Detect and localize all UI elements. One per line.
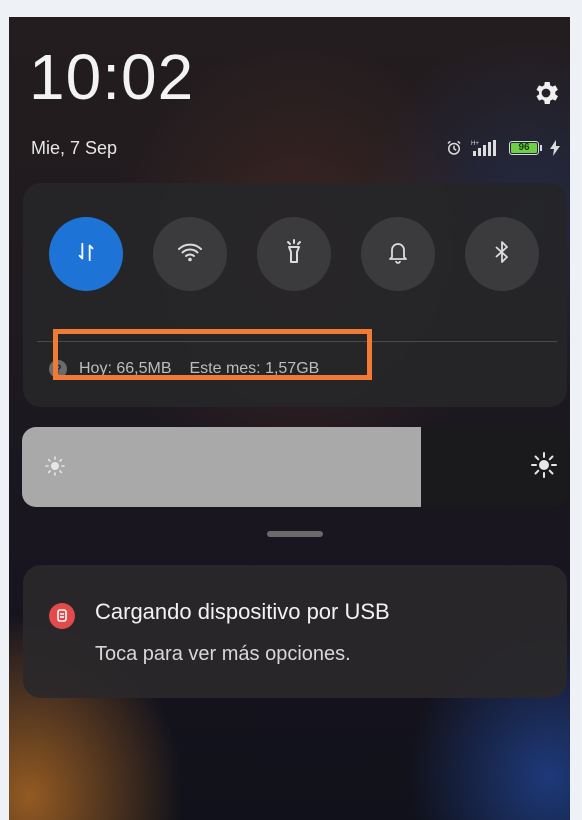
date-label: Mie, 7 Sep	[31, 138, 118, 158]
notification-subtitle: Toca para ver más opciones.	[95, 643, 351, 665]
wifi-icon	[177, 241, 203, 268]
brightness-level	[22, 427, 421, 507]
data-arrows-icon	[75, 241, 97, 268]
bell-icon	[387, 240, 409, 269]
usb-charging-notification[interactable]: Cargando dispositivo por USB Toca para v…	[23, 565, 567, 698]
svg-text:H+: H+	[471, 141, 479, 147]
bluetooth-tile[interactable]	[465, 217, 539, 291]
notification-title: Cargando dispositivo por USB	[95, 599, 390, 624]
wifi-tile[interactable]	[153, 217, 227, 291]
status-bar-icons: H+ 96	[445, 137, 560, 159]
alarm-icon	[445, 139, 463, 157]
battery-level: 96	[511, 143, 537, 153]
brightness-high-icon	[530, 451, 558, 484]
data-usage-highlight-box	[53, 329, 372, 380]
sound-tile[interactable]	[361, 217, 435, 291]
gear-icon[interactable]	[531, 78, 561, 108]
battery-icon: 96	[509, 141, 542, 155]
bluetooth-icon	[493, 240, 511, 269]
mobile-data-tile[interactable]	[49, 217, 123, 291]
notification-shade: 10:02 Mie, 7 Sep H+ 96 ? Hoy: 66,5MB Est…	[9, 17, 570, 820]
clock-time: 10:02	[29, 41, 195, 113]
flashlight-icon	[283, 238, 305, 270]
drag-handle[interactable]	[267, 531, 323, 537]
signal-icon: H+	[471, 139, 501, 157]
charging-icon	[550, 140, 560, 156]
usb-charging-icon	[49, 603, 75, 629]
brightness-slider[interactable]	[22, 427, 568, 507]
flashlight-tile[interactable]	[257, 217, 331, 291]
brightness-low-icon	[44, 455, 66, 482]
